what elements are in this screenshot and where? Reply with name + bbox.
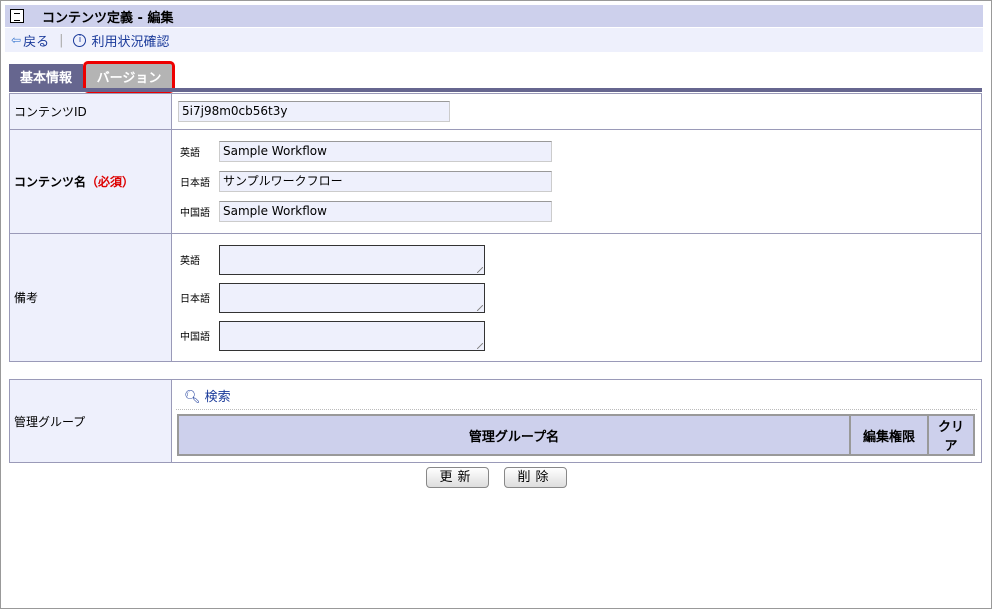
search-link[interactable]: 検索	[205, 390, 231, 405]
update-button[interactable]: 更新	[426, 467, 489, 488]
col-edit-permission: 編集権限	[849, 414, 929, 456]
content-id-field: 5i7j98m0cb56t3y	[178, 101, 450, 122]
lang-label: 日本語	[180, 178, 210, 189]
tab-underline	[9, 88, 982, 92]
lang-label: 英語	[180, 148, 200, 159]
clipboard-icon	[10, 9, 24, 23]
required-mark: （必須）	[86, 175, 135, 189]
lang-label: 中国語	[180, 208, 210, 219]
lang-label: 日本語	[180, 294, 210, 305]
lang-label: 中国語	[180, 332, 210, 343]
remarks-zh-textarea[interactable]	[219, 320, 485, 351]
group-label: 管理グループ	[9, 379, 172, 463]
back-link[interactable]: 戻る	[23, 31, 49, 50]
remarks-ja-textarea[interactable]	[219, 282, 485, 313]
toolbar: ⇦ 戻る | i 利用状況確認	[5, 28, 983, 52]
name-zh-input[interactable]: Sample Workflow	[219, 201, 552, 222]
group-form: 管理グループ 🔍︎ 検索 管理グループ名 編集権限 クリア	[9, 379, 982, 463]
delete-button[interactable]: 削除	[504, 467, 567, 488]
lang-label: 英語	[180, 256, 200, 267]
back-arrow-icon: ⇦	[11, 33, 22, 47]
name-en-input[interactable]: Sample Workflow	[219, 141, 552, 162]
remarks-en-textarea[interactable]	[219, 244, 485, 275]
usage-link[interactable]: 利用状況確認	[91, 31, 169, 50]
title-bar: コンテンツ定義 - 編集	[5, 5, 983, 27]
tab-basic-info[interactable]: 基本情報	[9, 64, 83, 88]
name-ja-input[interactable]: サンプルワークフロー	[219, 171, 552, 192]
content-form: コンテンツID 5i7j98m0cb56t3y コンテンツ名（必須） 英語 Sam…	[9, 93, 982, 362]
remarks-label: 備考	[9, 233, 172, 362]
info-icon: i	[73, 33, 87, 47]
col-clear: クリア	[927, 414, 975, 456]
search-icon: 🔍︎	[184, 390, 201, 405]
group-table: 管理グループ名 編集権限 クリア	[177, 414, 975, 456]
col-group-name: 管理グループ名	[177, 414, 851, 456]
page-title: コンテンツ定義 - 編集	[42, 10, 174, 26]
divider: |	[59, 32, 64, 48]
content-id-label: コンテンツID	[9, 93, 172, 130]
content-name-label: コンテンツ名	[14, 175, 87, 189]
